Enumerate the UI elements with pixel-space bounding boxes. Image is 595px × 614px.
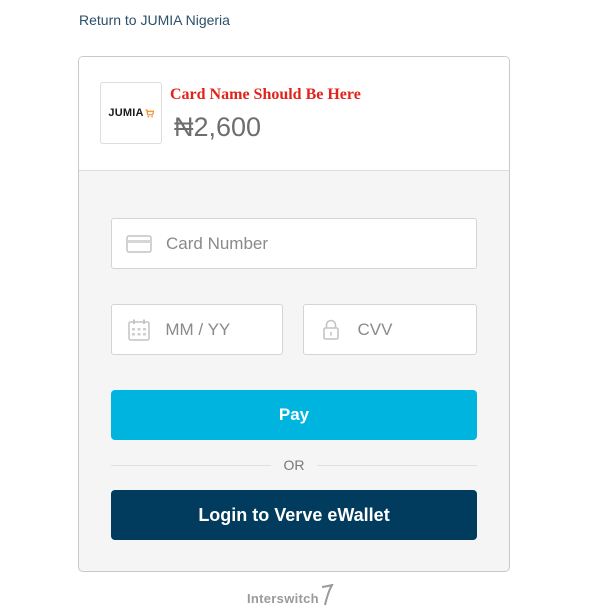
cvv-input[interactable] bbox=[357, 319, 476, 340]
lock-icon bbox=[316, 319, 346, 341]
interswitch-swoosh-icon bbox=[321, 584, 334, 606]
divider-line bbox=[317, 465, 477, 466]
credit-card-icon bbox=[124, 234, 154, 253]
card-number-input[interactable] bbox=[166, 233, 421, 254]
payment-amount: ₦2,600 bbox=[174, 112, 262, 142]
or-divider: OR bbox=[111, 455, 477, 475]
cvv-field[interactable] bbox=[303, 304, 477, 355]
payment-card: JUMIA Card Name Should Be Here ₦2,600 Ca… bbox=[78, 56, 510, 572]
merchant-header: JUMIA Card Name Should Be Here ₦2,600 bbox=[79, 57, 509, 171]
return-to-merchant-link[interactable]: Return to JUMIA Nigeria bbox=[79, 12, 230, 28]
calendar-icon bbox=[124, 318, 153, 342]
cart-icon bbox=[145, 108, 154, 117]
expiry-input[interactable] bbox=[165, 319, 282, 340]
merchant-logo: JUMIA bbox=[100, 82, 162, 144]
card-number-field[interactable] bbox=[111, 218, 477, 269]
expiry-field[interactable] bbox=[111, 304, 283, 355]
pay-button[interactable]: Pay bbox=[111, 390, 477, 440]
merchant-logo-text: JUMIA bbox=[108, 107, 144, 119]
card-name-label: Card Name Should Be Here bbox=[170, 86, 361, 103]
interswitch-logo: Interswitch bbox=[247, 584, 334, 606]
interswitch-brand-text: Interswitch bbox=[247, 590, 319, 606]
verve-ewallet-login-button[interactable]: Login to Verve eWallet bbox=[111, 490, 477, 540]
